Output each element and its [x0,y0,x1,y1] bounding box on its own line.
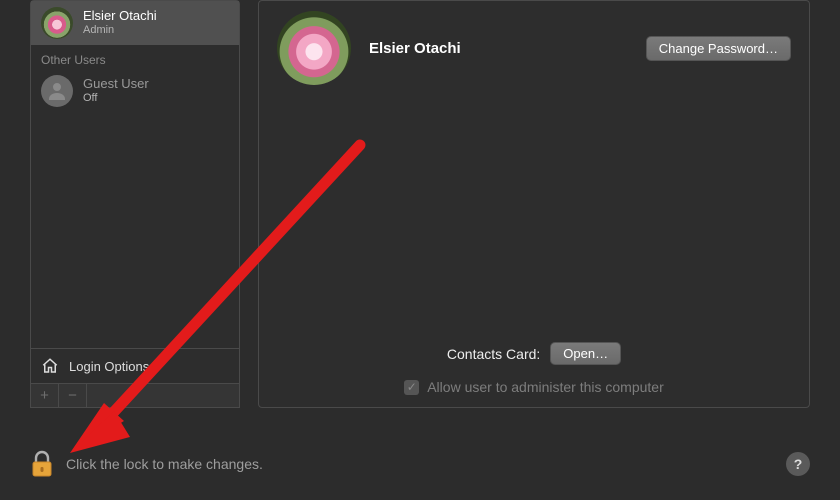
add-remove-toolbar: + − [31,383,239,407]
login-options-button[interactable]: Login Options [31,348,239,383]
contacts-card-row: Contacts Card: Open… [259,342,809,365]
other-users-label: Other Users [31,45,239,69]
admin-checkbox[interactable]: ✓ [404,380,419,395]
admin-checkbox-label: Allow user to administer this computer [427,379,664,395]
contacts-card-label: Contacts Card: [447,346,540,362]
lock-icon[interactable] [30,450,54,478]
admin-checkbox-row: ✓ Allow user to administer this computer [259,379,809,395]
user-name-label: Elsier Otachi [83,9,157,24]
users-sidebar: Elsier Otachi Admin Other Users Guest Us… [30,0,240,408]
guest-text: Guest User Off [83,77,149,105]
remove-user-button[interactable]: − [59,384,87,407]
add-user-button[interactable]: + [31,384,59,407]
sidebar-item-guest-user[interactable]: Guest User Off [31,69,239,113]
guest-name-label: Guest User [83,77,149,92]
user-text: Elsier Otachi Admin [83,9,157,37]
profile-avatar[interactable] [277,11,351,85]
avatar [41,7,73,39]
open-contacts-button[interactable]: Open… [550,342,621,365]
sidebar-item-current-user[interactable]: Elsier Otachi Admin [31,1,239,45]
login-options-label: Login Options [69,359,149,374]
detail-header: Elsier Otachi Change Password… [277,11,791,85]
users-list: Elsier Otachi Admin Other Users Guest Us… [31,1,239,348]
guest-avatar-icon [41,75,73,107]
lock-footer: Click the lock to make changes. ? [30,450,810,478]
user-detail-pane: Elsier Otachi Change Password… Contacts … [258,0,810,408]
guest-status-label: Off [83,92,149,105]
change-password-button[interactable]: Change Password… [646,36,791,61]
detail-bottom: Contacts Card: Open… ✓ Allow user to adm… [259,342,809,395]
user-role-label: Admin [83,24,157,37]
help-button[interactable]: ? [786,452,810,476]
profile-name-label: Elsier Otachi [369,40,461,57]
lock-hint-label: Click the lock to make changes. [66,456,263,472]
home-icon [41,357,59,375]
